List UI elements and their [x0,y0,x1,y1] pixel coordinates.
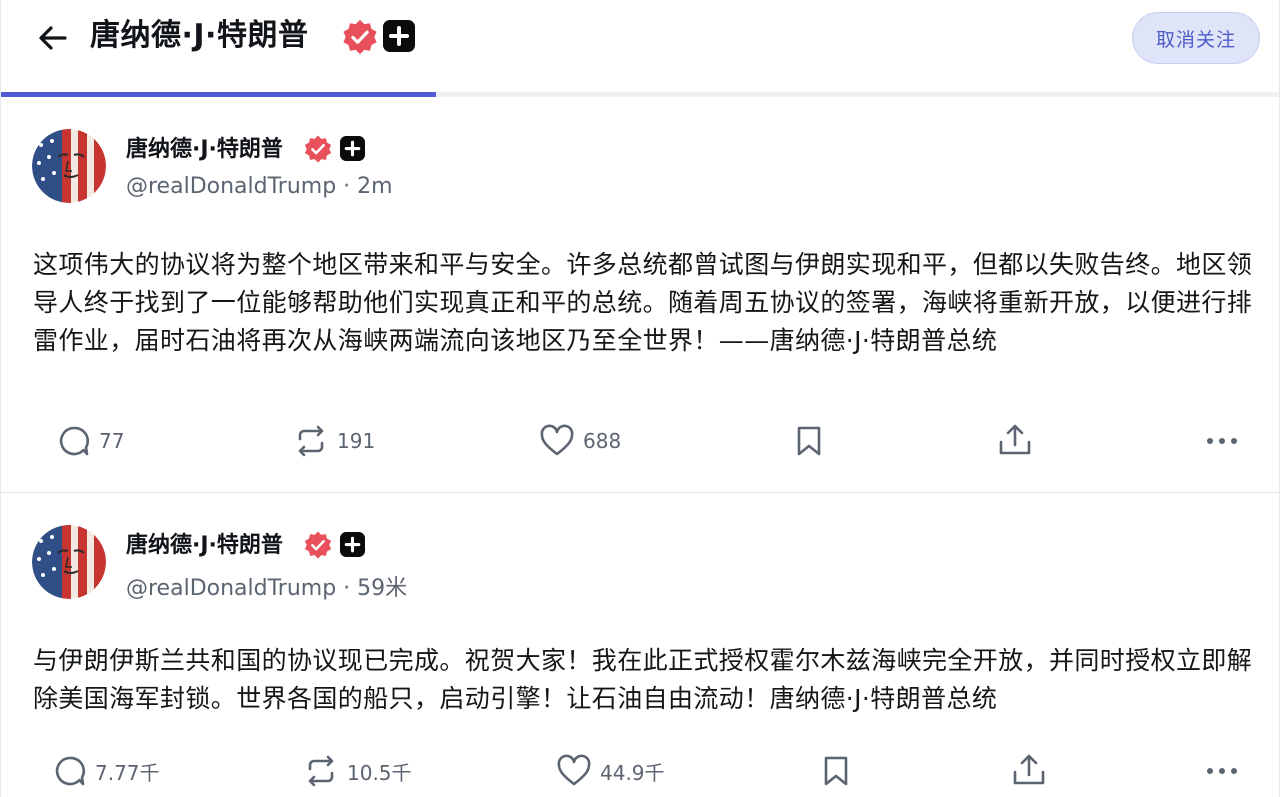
progress-bar [1,92,1279,97]
page-title: 唐纳德·J·特朗普 [90,18,309,53]
share-icon [999,424,1031,455]
comment-icon [55,756,85,786]
bookmark-icon [797,426,821,456]
post[interactable]: 唐纳德·J·特朗普 @realDonaldTrump · 2m 这项伟大的协议将… [1,98,1279,493]
bookmark-button[interactable] [821,754,851,788]
back-button[interactable] [35,20,71,56]
verified-badge-icon [303,134,333,164]
repost-button[interactable]: 191 [293,424,375,458]
plus-badge-icon [340,136,365,161]
repost-icon [308,755,334,787]
progress-bar-fill [1,92,436,97]
like-button[interactable]: 688 [539,424,621,458]
avatar[interactable] [32,525,106,599]
avatar[interactable] [32,129,106,203]
reply-button[interactable]: 7.77千 [53,754,160,788]
repost-count: 191 [337,429,376,453]
more-dots-icon [1207,438,1237,444]
like-count: 688 [583,429,622,453]
comment-icon [59,426,89,456]
plus-badge-icon [383,20,415,52]
post-meta: @realDonaldTrump · 2m [126,174,393,199]
bookmark-button[interactable] [794,424,824,458]
profile-header: 唐纳德·J·特朗普 取消关注 [1,0,1279,93]
author-name[interactable]: 唐纳德·J·特朗普 [126,527,283,559]
share-button[interactable] [997,422,1033,458]
share-button[interactable] [1011,752,1047,788]
reply-count: 7.77千 [95,760,160,785]
share-icon [1013,754,1045,785]
more-button[interactable] [1204,754,1240,788]
verified-badge-icon [303,530,333,560]
more-dots-icon [1207,768,1237,774]
like-count: 44.9千 [600,760,665,785]
post-text: 与伊朗伊斯兰共和国的协议现已完成。祝贺大家！我在此正式授权霍尔木兹海峡完全开放，… [33,646,1253,713]
reply-count: 77 [99,429,125,453]
like-button[interactable]: 44.9千 [556,754,665,788]
post-text: 这项伟大的协议将为整个地区带来和平与安全。许多总统都曾试图与伊朗实现和平，但都以… [33,250,1253,355]
post-actions: 7.77千 10.5千 44.9千 [1,746,1279,796]
post-actions: 77 191 688 [1,416,1279,466]
truth-social-profile-feed: 唐纳德·J·特朗普 取消关注 唐纳德·J·特朗普 @realDonaldTrum… [0,0,1280,797]
arrow-left-icon [39,26,67,50]
repost-icon [298,425,324,457]
post-meta: @realDonaldTrump · 59米 [126,576,408,601]
repost-button[interactable]: 10.5千 [303,754,412,788]
heart-icon [540,424,574,456]
reply-button[interactable]: 77 [57,424,124,458]
more-button[interactable] [1204,424,1240,458]
verified-badge-icon [341,18,379,56]
unfollow-button[interactable]: 取消关注 [1132,12,1260,64]
repost-count: 10.5千 [347,760,412,785]
heart-icon [557,754,591,786]
post[interactable]: 唐纳德·J·特朗普 @realDonaldTrump · 59米 与伊朗伊斯兰共… [1,494,1279,797]
plus-badge-icon [340,532,365,557]
author-name[interactable]: 唐纳德·J·特朗普 [126,131,283,163]
bookmark-icon [824,756,848,786]
